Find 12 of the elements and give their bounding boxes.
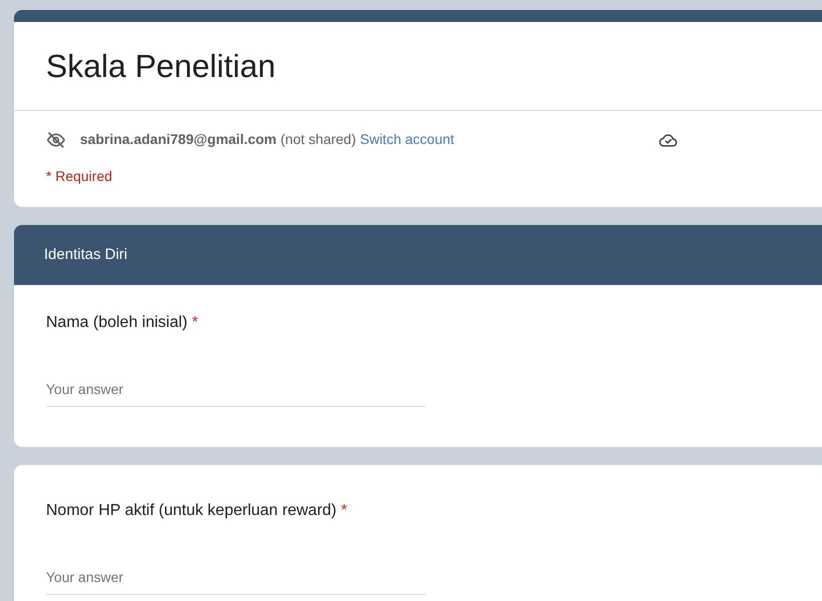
sharing-status: (not shared) [280, 130, 356, 149]
question-label: Nama (boleh inisial) * [46, 313, 200, 333]
answer-field[interactable]: Your answer [46, 379, 426, 407]
required-note: * Required [46, 167, 114, 186]
account-email: sabrina.adani789@gmail.com [80, 130, 277, 149]
hidden-eye-icon [46, 130, 66, 148]
question-label: Nomor HP aktif (untuk keperluan reward) * [46, 501, 348, 521]
cloud-check-icon [658, 132, 678, 148]
section-header: Identitas Diri [14, 225, 822, 285]
switch-account-link[interactable]: Switch account [360, 129, 454, 150]
form-title: Skala Penelitian [45, 47, 276, 86]
answer-field[interactable]: Your answer [46, 567, 426, 595]
